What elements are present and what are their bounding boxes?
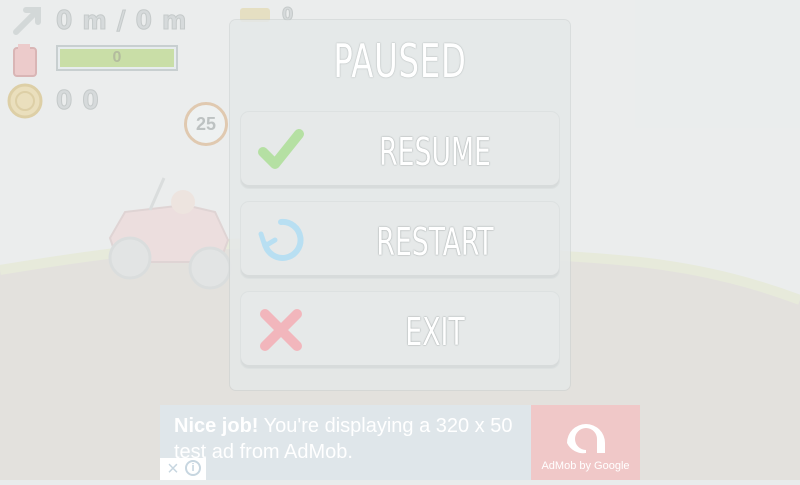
ad-headline: Nice job! (174, 415, 259, 437)
admob-icon (567, 423, 605, 454)
exit-button[interactable]: EXIT (241, 292, 559, 368)
ad-close-icon[interactable]: × (163, 459, 183, 479)
fuel-can-icon (13, 44, 37, 77)
admob-brand-text: AdMob by Google (541, 460, 630, 472)
admob-logo[interactable]: AdMob by Google (531, 405, 640, 480)
ad-text: Nice job! You're displaying a 320 x 50 t… (174, 413, 534, 465)
pause-title: PAUSED (333, 34, 467, 88)
restart-icon (258, 218, 304, 261)
checkmark-icon (258, 129, 304, 169)
resume-label: RESUME (379, 130, 491, 174)
close-icon (260, 309, 302, 351)
fuel-text: 0 (112, 49, 122, 66)
speed-badge: 25 (184, 102, 228, 146)
pause-panel: PAUSED RESUME RESTART EXIT (230, 20, 570, 390)
ad-controls: × i (160, 458, 206, 480)
resume-button[interactable]: RESUME (241, 112, 559, 188)
exit-label: EXIT (405, 310, 465, 354)
ad-info-icon[interactable]: i (185, 460, 201, 476)
distance-text: 0 m / 0 m (55, 6, 188, 37)
restart-button[interactable]: RESTART (241, 202, 559, 278)
fuel-bar: 0 (56, 45, 178, 71)
coin-icon (7, 83, 43, 119)
coins-text: 0 0 (56, 86, 100, 117)
ad-banner[interactable]: Nice job! You're displaying a 320 x 50 t… (160, 405, 640, 480)
restart-label: RESTART (376, 220, 494, 264)
distance-arrow-icon (13, 7, 41, 35)
